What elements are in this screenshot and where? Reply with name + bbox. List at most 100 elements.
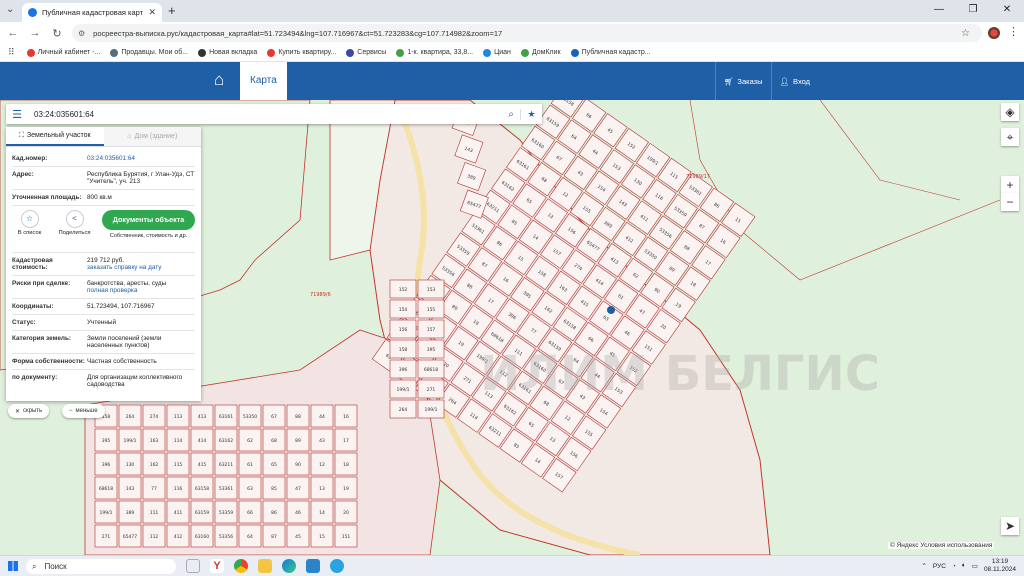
parcel-label: 413 (198, 414, 207, 420)
add-to-list-button[interactable]: ☆ В список (12, 210, 47, 236)
volume-icon[interactable]: 🔈︎ (962, 562, 966, 570)
tab-land-plot[interactable]: ⛶ Земельный участок (6, 127, 104, 146)
store-icon[interactable] (306, 559, 320, 573)
bookmark-favicon-icon (520, 48, 529, 57)
close-window-button[interactable]: ✕ (990, 0, 1024, 22)
permitted-use-value: Для организации коллективного садоводств… (87, 374, 183, 388)
geolocate-button[interactable]: ⌖ (1001, 128, 1019, 146)
login-button[interactable]: 👤︎ Вход (770, 62, 819, 100)
parcel-label: 45 (295, 534, 301, 540)
home-icon[interactable]: ⌂ (214, 70, 224, 90)
battery-icon[interactable]: ▭ (972, 562, 978, 570)
parcel-label: 65477 (123, 534, 137, 540)
minimize-button[interactable]: — (922, 0, 956, 22)
tab-house-label: Дом (здание) (134, 133, 178, 140)
address-bar[interactable]: ⚙ росреестра-выписка.рус/кадастровая_кар… (72, 24, 982, 42)
close-icon: ✕ (15, 408, 21, 415)
site-header: ⌂ Карта 🛒︎ Заказы 👤︎ Вход (0, 62, 1024, 100)
documents-button[interactable]: Документы объекта (102, 210, 196, 230)
cad-number-value[interactable]: 03:24:035601:64 (87, 155, 195, 162)
profile-avatar[interactable] (988, 27, 1000, 39)
browser-tab[interactable]: Публичная кадастровая карта ✕ (22, 3, 162, 22)
reload-button[interactable]: ↻ (48, 27, 66, 40)
clock[interactable]: 13:19 08.11.2024 (984, 558, 1016, 574)
bookmark-star-icon[interactable]: ☆ (961, 28, 970, 39)
bookmark-item[interactable]: Купить квартиру... (267, 48, 336, 57)
coords-value: 51.723494, 107.716967 (87, 303, 155, 310)
back-button[interactable]: ← (4, 27, 22, 39)
parcel-label: 153 (427, 287, 436, 293)
full-check-link[interactable]: полная проверка (87, 287, 137, 294)
zone-label: 71989/17 (686, 174, 710, 180)
parcel-label: 53350 (243, 414, 257, 420)
favorite-star-icon[interactable]: ★ (520, 108, 542, 120)
wifi-icon[interactable]: ◔ (952, 563, 956, 570)
search-input[interactable]: 03:24:035601:64 (28, 110, 502, 119)
collapse-icon: − (69, 408, 73, 414)
apps-grid-icon[interactable]: ⠿ (8, 47, 15, 58)
tab-land-label: Земельный участок (26, 132, 91, 139)
order-certificate-link[interactable]: заказать справку на дату (87, 264, 161, 271)
file-explorer-icon[interactable] (258, 559, 272, 573)
parcel-label: 85 (271, 486, 277, 492)
taskbar-search[interactable]: ⌕ Поиск (26, 559, 176, 574)
parcel-label: 44 (319, 414, 325, 420)
edge-icon[interactable] (282, 559, 296, 573)
parcel-label: 63 (247, 486, 253, 492)
permitted-use-label: по документу: (12, 374, 58, 381)
bookmark-item[interactable]: Публичная кадастр... (570, 48, 651, 57)
map-copyright[interactable]: © Яндекс Условия использования (888, 542, 995, 549)
tray-chevron-icon[interactable]: ⌃ (921, 562, 926, 570)
task-view-icon[interactable] (186, 559, 200, 573)
hide-panel-button[interactable]: ✕ скрыть (8, 404, 50, 418)
bookmark-label: ДомКлик (531, 49, 561, 56)
orders-button[interactable]: 🛒︎ Заказы (714, 62, 771, 100)
close-tab-icon[interactable]: ✕ (148, 7, 156, 18)
parcel-label: 395 (427, 347, 436, 353)
bookmark-item[interactable]: Продавцы. Мои об... (110, 48, 188, 57)
parcel-label: 199/1 (100, 510, 113, 516)
new-tab-button[interactable]: + (168, 3, 176, 18)
parcel-label: 19 (343, 486, 349, 492)
telegram-icon[interactable] (330, 559, 344, 573)
language-indicator[interactable]: РУС (933, 563, 946, 570)
windows-start-icon[interactable] (8, 561, 18, 571)
my-location-button[interactable]: ➤ (1001, 517, 1019, 535)
parcel-label: 62 (247, 438, 253, 444)
bookmark-item[interactable]: Сервисы (346, 48, 386, 57)
bookmark-favicon-icon (346, 48, 355, 57)
search-icon[interactable]: ⌕ (502, 109, 520, 120)
bookmark-item[interactable]: Личный кабинет -... (26, 48, 100, 57)
zoom-out-button[interactable]: − (1001, 193, 1019, 211)
parcel-label: 67 (271, 414, 277, 420)
parcel-label: 15 (319, 534, 325, 540)
parcel-label: 61 (247, 462, 253, 468)
parcel-label: 90 (295, 462, 301, 468)
login-label: Вход (793, 76, 810, 86)
bookmark-item[interactable]: 1-к. квартира, 33,8... (396, 48, 473, 57)
yandex-browser-icon[interactable]: Y (210, 559, 224, 573)
tab-map[interactable]: Карта (240, 62, 287, 100)
restore-button[interactable]: ❐ (956, 0, 990, 22)
browser-menu-icon[interactable]: ⋮ (1008, 25, 1019, 38)
hamburger-menu-icon[interactable]: ☰ (6, 108, 28, 121)
clock-date: 08.11.2024 (983, 566, 1016, 573)
zoom-in-button[interactable]: + (1001, 176, 1019, 194)
bookmark-item[interactable]: Новая вкладка (198, 48, 257, 57)
forward-button[interactable]: → (26, 27, 44, 39)
navigation-arrow-icon: ➤ (1004, 519, 1016, 533)
less-button[interactable]: − меньше (62, 404, 105, 418)
share-button[interactable]: < Поделиться (57, 210, 92, 236)
bookmark-item[interactable]: Циан (483, 48, 511, 57)
tab-search-icon[interactable]: ⌄ (6, 4, 14, 15)
chrome-icon[interactable] (234, 559, 248, 573)
bookmarks-bar: ⠿ Личный кабинет -... Продавцы. Мои об...… (0, 44, 1024, 62)
layers-button[interactable]: ◈ (1001, 103, 1019, 121)
bookmark-item[interactable]: ДомКлик (520, 48, 561, 57)
site-info-icon[interactable]: ⚙ (78, 29, 85, 38)
risks-label: Риски при сделке: (12, 280, 71, 287)
tab-house[interactable]: ⌂ Дом (здание) (103, 127, 201, 146)
windows-taskbar: ⌕ Поиск Y ⌃ РУС ◔ 🔈︎ ▭ 13:19 08.11.2024 (0, 555, 1024, 576)
bookmark-favicon-icon (110, 48, 119, 57)
parcel-label: 63160 (195, 534, 209, 540)
